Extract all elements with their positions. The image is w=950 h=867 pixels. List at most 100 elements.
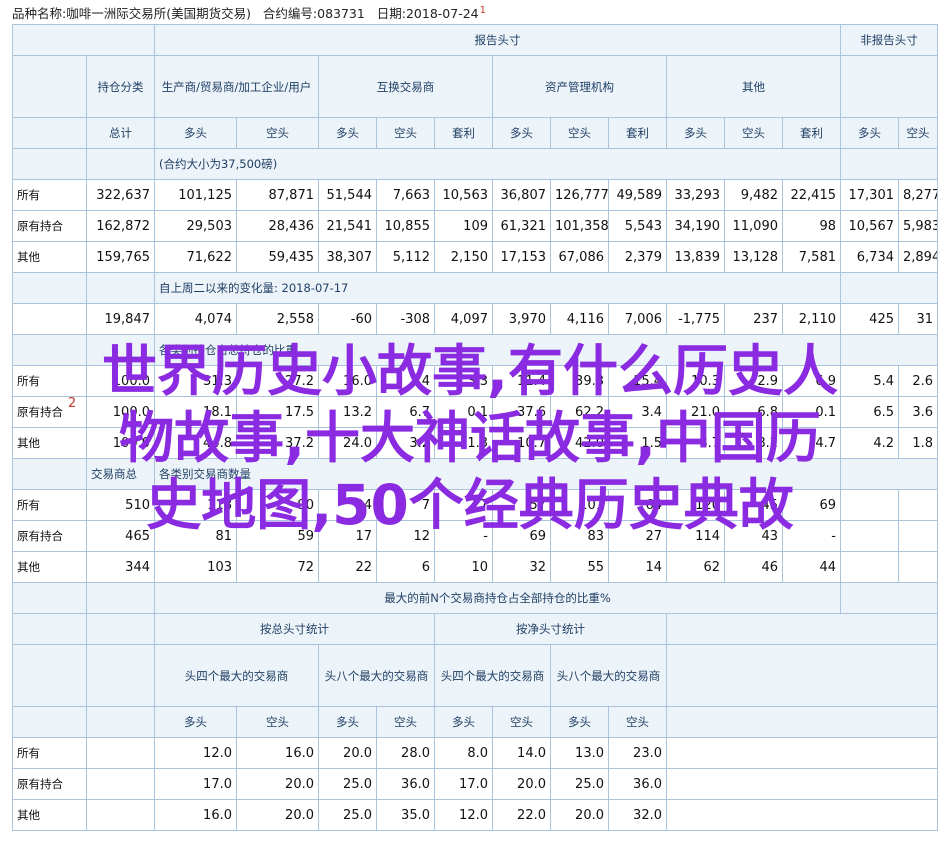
concentration-cell: 20.0 <box>236 768 319 800</box>
percent-cell: 1.8 <box>898 427 938 459</box>
percent-cell: 0.1 <box>434 396 493 428</box>
row-label-spacer <box>12 55 87 118</box>
percent-cell: 8.7 <box>666 427 725 459</box>
percent-cell: 2.6 <box>898 365 938 397</box>
total-spacer <box>86 706 155 738</box>
managed-money-header: 资产管理机构 <box>492 55 667 118</box>
concentration-cell: 16.0 <box>236 737 319 769</box>
percent-cell: 3.6 <box>898 396 938 428</box>
managed-spread-header: 套利 <box>608 117 667 149</box>
percent-cell: 3.3 <box>434 365 493 397</box>
other-reportable-header: 其他 <box>666 55 841 118</box>
table-row: 19,847 4,074 2,558 -60 -308 4,097 3,970 4,116 7,… <box>12 303 938 335</box>
percent-cell: 44.8 <box>154 427 237 459</box>
table-row: 其他 16.0 20.0 25.0 35.0 12.0 22.0 20.0 32.0 <box>12 799 938 831</box>
concentration-cell: 25.0 <box>550 768 609 800</box>
concentration-cell: 17.0 <box>434 768 493 800</box>
trader-count-cell: 59 <box>236 520 319 552</box>
concentration-spacer <box>666 644 938 707</box>
concentration-cell: 20.0 <box>318 737 377 769</box>
concentration-cell: 28.0 <box>376 737 435 769</box>
report-date: 2018-07-24 <box>405 6 479 22</box>
change-cell: 3,970 <box>492 303 551 335</box>
change-cell: -1,775 <box>666 303 725 335</box>
concentration-spacer <box>666 737 938 769</box>
concentration-cell: 23.0 <box>608 737 667 769</box>
product-name: 咖啡一洲际交易所(美国期货交易) <box>66 6 251 22</box>
position-cell: 7,581 <box>782 241 841 273</box>
total-spacer <box>86 148 155 180</box>
other-short-header: 空头 <box>724 117 783 149</box>
table-row: 所有 510 118 90 24 7 17 57 101 64 120 45 69 <box>12 489 938 521</box>
table-row: 所有 100.0 31.3 27.2 16.0 2.4 3.3 11.4 39.3 15.4 10.… <box>12 365 938 397</box>
table-row: 其他 100.0 44.8 37.2 24.0 3.2 1.3 10.7 42.0 1.5 8.7 8… <box>12 427 938 459</box>
non-report-spacer <box>840 582 938 614</box>
trader-count-cell: 45 <box>724 489 783 521</box>
row-label-all: 所有 <box>12 179 87 211</box>
position-cell: 2,150 <box>434 241 493 273</box>
percent-cell: 2.9 <box>724 365 783 397</box>
percent-cell: 37.2 <box>236 427 319 459</box>
percent-cell: 39.3 <box>550 365 609 397</box>
trader-total-label: 交易商总 <box>86 458 155 490</box>
footnote-marker: 1 <box>479 5 487 16</box>
position-cell: 7,663 <box>376 179 435 211</box>
trader-count-cell: 12 <box>376 520 435 552</box>
table-row: 原有持合 17.0 20.0 25.0 36.0 17.0 20.0 25.0 36.0 <box>12 768 938 800</box>
row-label-spacer <box>12 582 87 614</box>
conc-long-header: 多头 <box>154 706 237 738</box>
row-label-spacer <box>12 613 87 645</box>
table-row: 按总头寸统计 按净头寸统计 <box>12 613 938 645</box>
concentration-cell: 25.0 <box>318 799 377 831</box>
table-row: 最大的前N个交易商持仓占全部持仓的比重% <box>12 582 938 614</box>
net-top4-header: 头四个最大的交易商 <box>434 644 551 707</box>
change-cell: 2,558 <box>236 303 319 335</box>
trader-count-cell: 510 <box>86 489 155 521</box>
percent-cell: 3.4 <box>608 396 667 428</box>
product-prefix: 品种名称: <box>12 6 67 22</box>
row-label-spacer <box>12 458 87 490</box>
conc-short-header: 空头 <box>492 706 551 738</box>
percent-cell: 4.7 <box>782 427 841 459</box>
gross-top8-header: 头八个最大的交易商 <box>318 644 435 707</box>
trader-count-cell: 64 <box>608 489 667 521</box>
concentration-cell: 36.0 <box>376 768 435 800</box>
percent-cell: 2.4 <box>376 365 435 397</box>
concentration-note: 最大的前N个交易商持仓占全部持仓的比重% <box>154 582 841 614</box>
percent-cell: 6.5 <box>840 396 899 428</box>
position-cell: 17,153 <box>492 241 551 273</box>
position-cell: 2,379 <box>608 241 667 273</box>
table-row: 所有 322,637 101,125 87,871 51,544 7,663 10,563 3… <box>12 179 938 211</box>
trader-count-cell: 27 <box>608 520 667 552</box>
header-corner <box>12 24 155 56</box>
trader-count-cell: - <box>782 520 841 552</box>
percent-cell: 24.0 <box>318 427 377 459</box>
trader-count-cell <box>898 520 938 552</box>
report-group-header: 报告头寸 <box>154 24 841 56</box>
position-cell: 159,765 <box>86 241 155 273</box>
position-cell: 36,807 <box>492 179 551 211</box>
position-cell: 10,563 <box>434 179 493 211</box>
position-cell: 13,839 <box>666 241 725 273</box>
percent-cell: 0.1 <box>782 396 841 428</box>
change-since-note: 自上周二以来的变化量: 2018-07-17 <box>154 272 841 304</box>
percent-cell: 17.5 <box>236 396 319 428</box>
non-report-spacer <box>840 334 938 366</box>
trader-count-cell: 62 <box>666 551 725 583</box>
holding-category-header: 持仓分类 <box>86 55 155 118</box>
contract-code: 083731 <box>317 6 365 22</box>
trader-count-cell: 114 <box>666 520 725 552</box>
swap-spread-header: 套利 <box>434 117 493 149</box>
concentration-spacer <box>666 706 938 738</box>
position-cell: 59,435 <box>236 241 319 273</box>
percent-cell: 10.3 <box>666 365 725 397</box>
trader-count-cell: 57 <box>492 489 551 521</box>
trader-count-cell: 7 <box>376 489 435 521</box>
position-cell: 21,541 <box>318 210 377 242</box>
cot-report-table: 报告头寸 非报告头寸 持仓分类 生产商/贸易商/加工企业/用户 互换交易商 资产… <box>12 24 938 831</box>
percent-cell: 42.0 <box>550 427 609 459</box>
change-cell: 31 <box>898 303 938 335</box>
percent-cell: 16.0 <box>318 365 377 397</box>
position-cell: 33,293 <box>666 179 725 211</box>
position-cell: 49,589 <box>608 179 667 211</box>
